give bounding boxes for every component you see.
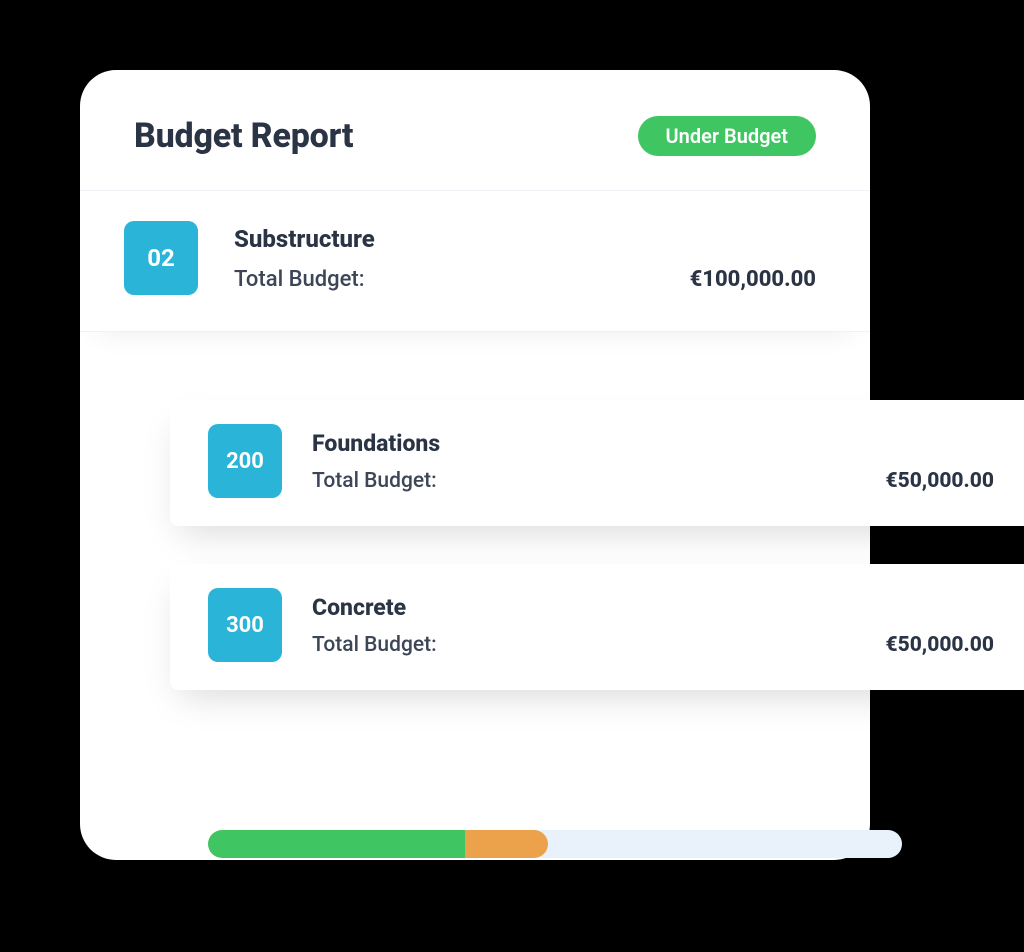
section-budget-line: Total Budget: €100,000.00 (234, 267, 816, 292)
sub-item-budget-line: Total Budget: €50,000.00 (312, 469, 994, 493)
progress-bar (208, 830, 902, 858)
section-name: Substructure (234, 225, 816, 253)
status-badge: Under Budget (638, 116, 816, 156)
progress-segment-green (208, 830, 465, 858)
report-title: Budget Report (134, 116, 353, 156)
section-budget-value: €100,000.00 (690, 267, 816, 292)
sub-item-name: Foundations (312, 430, 994, 457)
sub-item-budget-line: Total Budget: €50,000.00 (312, 633, 994, 657)
section-row[interactable]: 02 Substructure Total Budget: €100,000.0… (80, 191, 870, 332)
sub-item-budget-value: €50,000.00 (885, 633, 994, 657)
sub-item-budget-value: €50,000.00 (885, 469, 994, 493)
section-info: Substructure Total Budget: €100,000.00 (234, 225, 816, 292)
sub-item-card[interactable]: 200 Foundations Total Budget: €50,000.00 (170, 400, 1024, 526)
sub-item-info: Concrete Total Budget: €50,000.00 (312, 594, 994, 657)
sub-item-code-box: 200 (208, 424, 282, 498)
sub-item-code-box: 300 (208, 588, 282, 662)
report-header: Budget Report Under Budget (80, 70, 870, 191)
sub-item-name: Concrete (312, 594, 994, 621)
section-budget-label: Total Budget: (234, 267, 365, 292)
sub-item-budget-label: Total Budget: (312, 469, 437, 493)
sub-item-card[interactable]: 300 Concrete Total Budget: €50,000.00 (170, 564, 1024, 690)
sub-item-info: Foundations Total Budget: €50,000.00 (312, 430, 994, 493)
sub-item-budget-label: Total Budget: (312, 633, 437, 657)
section-code-box: 02 (124, 221, 198, 295)
